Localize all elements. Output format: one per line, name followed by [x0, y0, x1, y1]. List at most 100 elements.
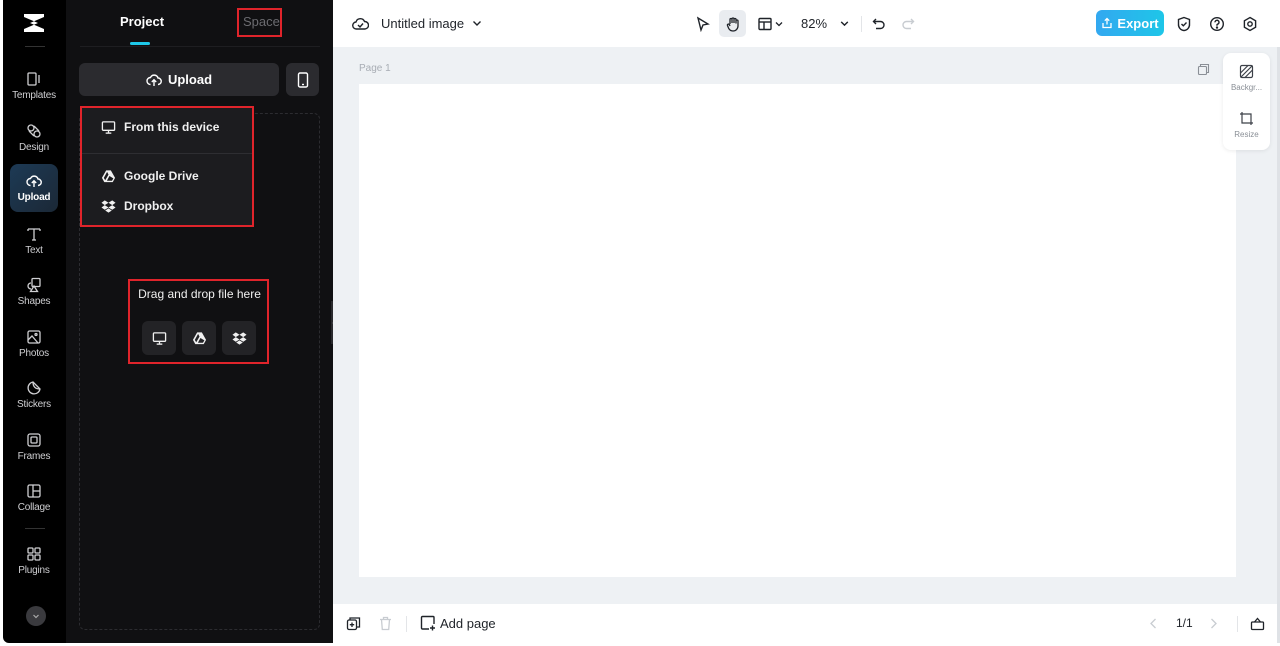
drop-dropbox-button[interactable] — [222, 321, 256, 355]
export-button[interactable]: Export — [1096, 10, 1164, 36]
export-icon — [1102, 17, 1113, 29]
background-tool[interactable]: Backgr... — [1223, 64, 1270, 92]
undo-icon — [872, 18, 885, 29]
help-button[interactable] — [1203, 10, 1230, 37]
sidebar-item-design[interactable]: Design — [10, 114, 58, 162]
chevron-right-icon[interactable] — [1206, 616, 1221, 631]
divider — [25, 528, 45, 529]
duplicate-page-icon[interactable] — [1197, 63, 1210, 76]
page-label: Page 1 — [359, 63, 391, 74]
hand-icon — [726, 16, 739, 32]
sidebar-item-text[interactable]: Text — [10, 217, 58, 265]
trash-icon[interactable] — [378, 616, 393, 631]
upload-cloud-icon — [26, 175, 42, 187]
sidebar-item-shapes[interactable]: Shapes — [10, 268, 58, 316]
sidebar-item-templates[interactable]: Templates — [10, 62, 58, 110]
divider — [81, 153, 253, 154]
capcut-logo-icon[interactable] — [22, 12, 46, 34]
chevron-down-icon — [775, 21, 782, 26]
left-rail: Templates Design Upload Text Shapes Phot… — [3, 0, 66, 643]
undo-button[interactable] — [865, 10, 892, 37]
photos-icon — [27, 330, 41, 344]
drop-google-drive-button[interactable] — [182, 321, 216, 355]
dropbox-icon — [101, 199, 116, 213]
divider — [1237, 616, 1238, 632]
sidebar-item-label: Text — [25, 245, 43, 256]
canvas-area[interactable]: Page 1 — [333, 47, 1277, 604]
sidebar-item-plugins[interactable]: Plugins — [10, 537, 58, 585]
top-bar: Untitled image 82% Export — [333, 0, 1280, 47]
tab-space[interactable]: Space — [243, 14, 280, 29]
add-page-label: Add page — [440, 615, 496, 631]
drop-from-device-button[interactable] — [142, 321, 176, 355]
page-counter: 1/1 — [1176, 616, 1193, 630]
frames-icon — [27, 433, 41, 447]
menu-item-from-device[interactable]: From this device — [81, 113, 253, 141]
sidebar-item-label: Templates — [12, 90, 56, 101]
menu-item-dropbox[interactable]: Dropbox — [81, 192, 253, 220]
zoom-dropdown-button[interactable] — [831, 10, 858, 37]
google-drive-icon — [101, 169, 116, 182]
shield-button[interactable] — [1170, 10, 1197, 37]
zoom-level[interactable]: 82% — [801, 16, 827, 31]
sidebar-item-label: Stickers — [17, 399, 51, 410]
sidebar-item-photos[interactable]: Photos — [10, 320, 58, 368]
shapes-icon — [27, 277, 41, 293]
stickers-icon — [27, 381, 41, 395]
shield-check-icon — [1177, 16, 1190, 31]
settings-button[interactable] — [1236, 10, 1263, 37]
divider — [80, 46, 320, 47]
more-button[interactable] — [26, 606, 46, 626]
layout-menu-button[interactable] — [753, 10, 787, 37]
upload-cloud-icon — [146, 73, 162, 86]
sidebar-item-label: Design — [19, 142, 49, 153]
templates-icon — [27, 72, 40, 86]
select-tool-button[interactable] — [689, 10, 716, 37]
sidebar-item-label: Collage — [17, 502, 51, 513]
document-title[interactable]: Untitled image — [381, 16, 464, 31]
sidebar-item-collage[interactable]: Collage — [10, 474, 58, 522]
active-tab-indicator — [130, 42, 150, 45]
sidebar-item-label: Photos — [19, 348, 49, 359]
app-window: Templates Design Upload Text Shapes Phot… — [0, 0, 1280, 646]
menu-item-google-drive[interactable]: Google Drive — [81, 162, 253, 190]
add-page-button[interactable]: Add page — [420, 615, 496, 631]
chevron-down-icon[interactable] — [471, 17, 483, 29]
upload-button[interactable]: Upload — [79, 63, 279, 96]
sidebar-item-upload[interactable]: Upload — [10, 164, 58, 212]
redo-icon — [901, 18, 914, 29]
sidebar-item-label: Upload — [17, 192, 51, 203]
design-icon — [27, 124, 41, 138]
design-page[interactable] — [359, 84, 1236, 577]
monitor-icon — [101, 120, 116, 134]
chevron-left-icon[interactable] — [1146, 616, 1161, 631]
add-page-icon — [420, 615, 435, 631]
drag-drop-text: Drag and drop file here — [138, 287, 261, 301]
background-tool-label: Backgr... — [1230, 83, 1263, 92]
sidebar-item-label: Shapes — [17, 296, 51, 307]
resize-tool[interactable]: Resize — [1223, 111, 1270, 139]
divider — [25, 46, 45, 47]
sidebar-item-label: Frames — [17, 451, 51, 462]
sidebar-item-stickers[interactable]: Stickers — [10, 371, 58, 419]
tab-project[interactable]: Project — [120, 14, 164, 29]
canvas-side-tools: Backgr... Resize — [1223, 53, 1270, 150]
upload-source-menu: From this device Google Drive Dropbox — [81, 107, 253, 226]
monitor-icon — [152, 331, 166, 345]
resize-icon — [1240, 112, 1253, 125]
sidebar-item-frames[interactable]: Frames — [10, 423, 58, 471]
page-manager-icon[interactable] — [1250, 616, 1265, 631]
export-button-label: Export — [1117, 15, 1159, 31]
duplicate-page-icon[interactable] — [346, 616, 361, 631]
menu-item-label: Dropbox — [124, 199, 174, 213]
upload-panel: Project Space Upload From this device Go… — [66, 0, 333, 643]
redo-button[interactable] — [894, 10, 921, 37]
divider — [406, 616, 407, 632]
pointer-icon — [696, 16, 710, 32]
cloud-saved-icon[interactable] — [352, 15, 369, 32]
mobile-upload-button[interactable] — [286, 63, 319, 96]
mobile-phone-icon — [297, 71, 308, 88]
menu-item-label: From this device — [124, 120, 220, 134]
hand-tool-button[interactable] — [719, 10, 746, 37]
menu-item-label: Google Drive — [124, 169, 199, 183]
